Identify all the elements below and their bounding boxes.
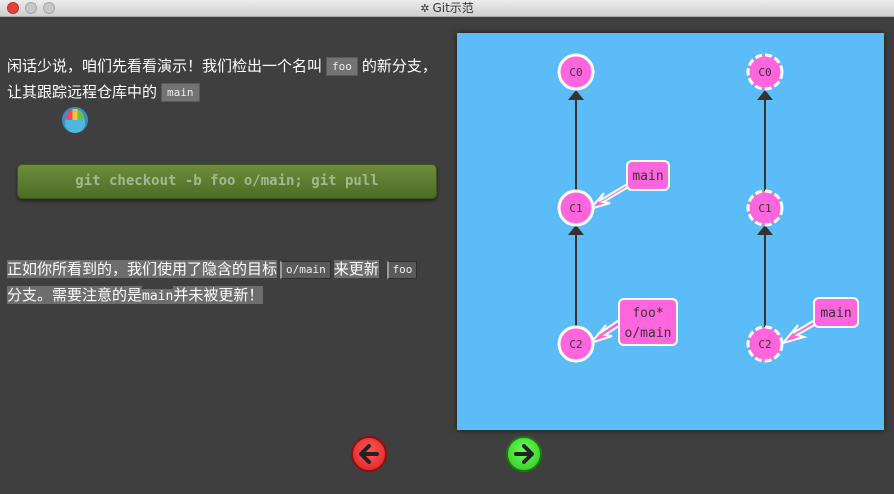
label-text-main-local: main: [632, 169, 663, 184]
intro-text: 闲话少说，咱们先看看演示！我们检出一个名叫 foo 的新分支，让其跟踪远程仓库中的 m…: [7, 57, 437, 102]
commit-label-c0-local: C0: [569, 66, 582, 79]
arrow-left-icon: [359, 444, 379, 464]
command-button[interactable]: git checkout -b foo o/main; git pull: [17, 164, 437, 199]
target-code: o/main: [280, 260, 331, 279]
commit-label-c1-local: C1: [569, 202, 582, 215]
window-title: ✲ Git示范: [420, 1, 474, 15]
label-text-foo: foo*: [632, 306, 663, 321]
label-text-omain: o/main: [625, 326, 672, 341]
branch-code-foo-2: foo: [386, 260, 418, 279]
commit-label-c2-remote: C2: [758, 338, 771, 351]
gear-icon: ✲: [420, 2, 430, 15]
commit-label-c1-remote: C1: [758, 202, 771, 215]
forward-button[interactable]: [506, 436, 542, 472]
branch-code-foo: foo: [326, 57, 358, 76]
window-titlebar: ✲ Git示范: [0, 0, 894, 17]
git-visualization: main foo* o/main main C0 C1 C2 C0 C1 C2: [457, 33, 884, 430]
back-button[interactable]: [351, 436, 387, 472]
arrowhead-c0-local: [568, 90, 584, 100]
commit-label-c2-local: C2: [569, 338, 582, 351]
branch-code-main: main: [161, 83, 200, 102]
commit-label-c0-remote: C0: [758, 66, 771, 79]
label-text-main-remote: main: [820, 306, 851, 321]
arrow-right-icon: [514, 444, 534, 464]
explanation-text: 正如你所看到的，我们使用了隐含的目标 o/main 来更新 foo分支。需要注意的是…: [7, 256, 427, 310]
arrowhead-c0-remote: [757, 90, 773, 100]
bowl-emoji-icon: [62, 107, 88, 133]
git-graph-svg: main foo* o/main main C0 C1 C2 C0 C1 C2: [557, 53, 859, 363]
